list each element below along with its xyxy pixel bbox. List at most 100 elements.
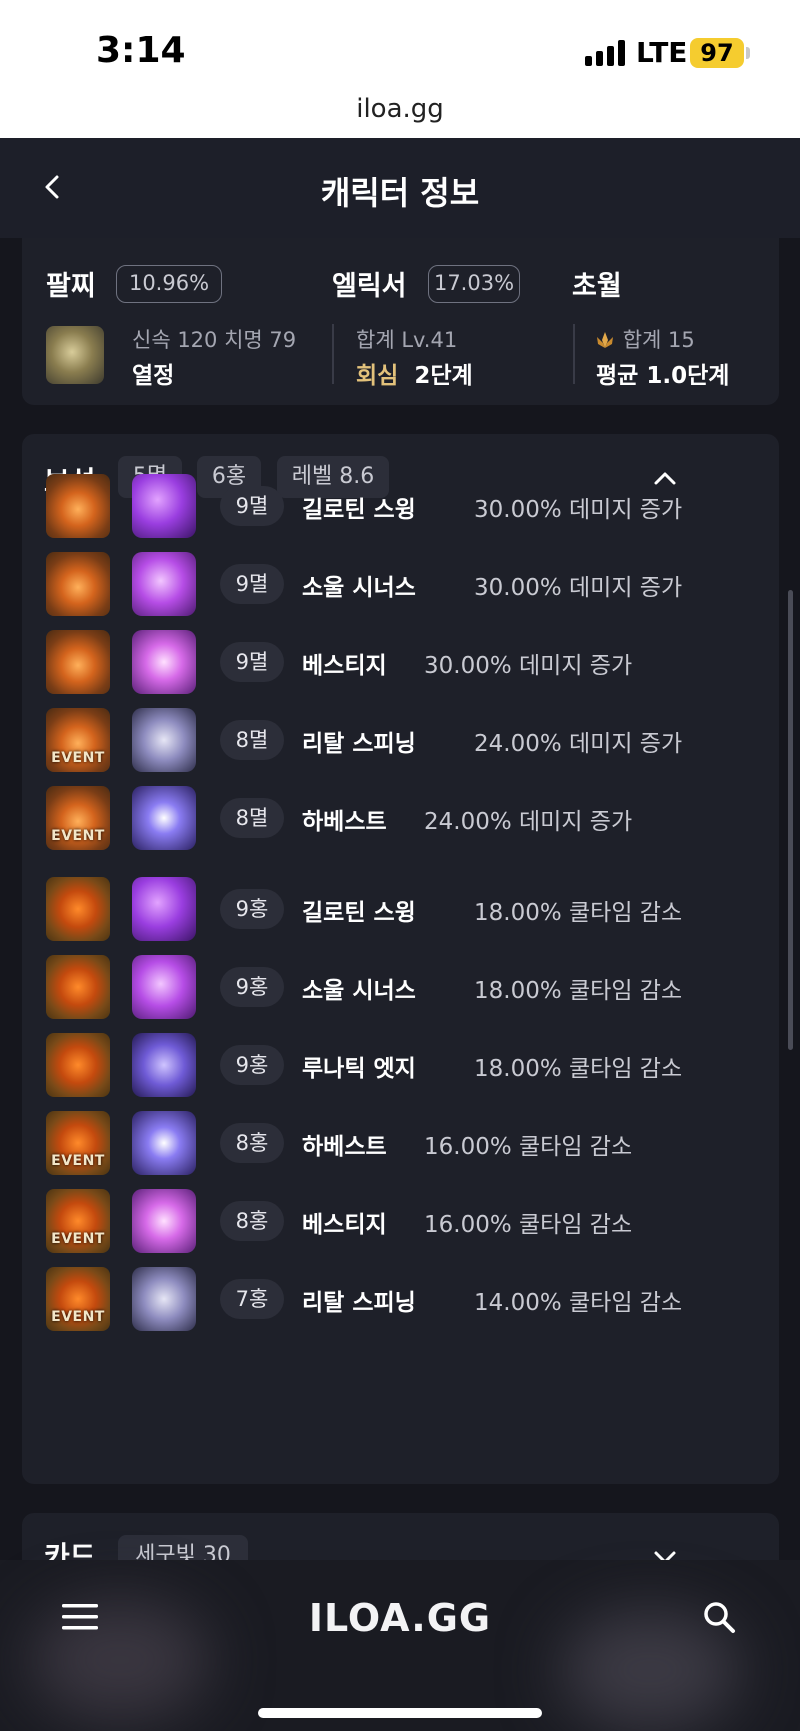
battery-icon: 97	[690, 38, 744, 68]
gem-level-badge: 9홍	[220, 889, 284, 929]
gem-row[interactable]: EVENT 8멸 하베스트 24.00% 데미지 증가	[22, 786, 779, 852]
gem-row[interactable]: 9멸 길로틴 스윙 30.00% 데미지 증가	[22, 474, 779, 540]
gem-row[interactable]: EVENT 7홍 리탈 스피닝 14.00% 쿨타임 감소	[22, 1267, 779, 1333]
search-icon[interactable]	[702, 1600, 736, 1634]
event-label: EVENT	[51, 828, 105, 844]
event-label: EVENT	[51, 750, 105, 766]
bracelet-icon[interactable]	[46, 326, 104, 384]
gems-card: 보석 5멸 6홍 레벨 8.6 9멸길로틴 스윙30.00% 데미지 증가9멸소…	[22, 434, 779, 1484]
event-label: EVENT	[51, 1231, 105, 1247]
gem-level-badge: 9멸	[220, 642, 284, 682]
gem-level-badge: 8멸	[220, 798, 284, 838]
skill-name: 리탈 스피닝	[302, 731, 416, 757]
status-bar: 3:14 LTE 97 iloa.gg	[0, 0, 800, 138]
hong-gem-icon[interactable]: EVENT	[46, 1267, 110, 1331]
hong-gem-icon[interactable]	[46, 955, 110, 1019]
skill-icon	[132, 1189, 196, 1253]
skill-name: 하베스트	[302, 1134, 387, 1160]
elixir-percent-badge: 17.03%	[428, 265, 520, 303]
gem-row[interactable]: 9홍 길로틴 스윙 18.00% 쿨타임 감소	[22, 877, 779, 943]
gem-effect: 24.00% 데미지 증가	[424, 809, 633, 835]
skill-name: 베스티지	[302, 653, 387, 679]
skill-icon	[132, 1033, 196, 1097]
gem-effect: 18.00% 쿨타임 감소	[474, 978, 683, 1004]
skill-name: 소울 시너스	[302, 575, 416, 601]
gem-row[interactable]: 9멸 소울 시너스 30.00% 데미지 증가	[22, 552, 779, 618]
transcend-icon	[597, 332, 613, 348]
battery-tip	[746, 47, 750, 59]
divider	[332, 324, 334, 384]
gem-row[interactable]: EVENT 8홍 베스티지 16.00% 쿨타임 감소	[22, 1189, 779, 1255]
event-label: EVENT	[51, 1309, 105, 1325]
transcend-average: 평균 1.0단계	[596, 363, 730, 389]
bracelet-percent-badge: 10.96%	[116, 265, 222, 303]
gem-level-badge: 9멸	[220, 564, 284, 604]
bottom-nav: ILOA.GG	[0, 1560, 800, 1731]
myul-gem-icon[interactable]: EVENT	[46, 786, 110, 850]
gem-level-badge: 9홍	[220, 967, 284, 1007]
skill-icon	[132, 1111, 196, 1175]
gem-row[interactable]: EVENT 8홍 하베스트 16.00% 쿨타임 감소	[22, 1111, 779, 1177]
hong-gem-icon[interactable]	[46, 877, 110, 941]
gem-level-badge: 9멸	[220, 486, 284, 526]
gem-effect: 18.00% 쿨타임 감소	[474, 900, 683, 926]
skill-name: 베스티지	[302, 1212, 387, 1238]
equipment-summary-card: 팔찌 10.96% 신속 120 치명 79 열정 엘릭서 17.03% 합계 …	[22, 238, 779, 405]
signal-icon	[585, 40, 625, 66]
skill-icon	[132, 786, 196, 850]
myul-gem-icon[interactable]	[46, 630, 110, 694]
gem-row[interactable]: 9홍 소울 시너스 18.00% 쿨타임 감소	[22, 955, 779, 1021]
app-header: 캐릭터 정보	[0, 138, 800, 238]
elixir-total: 합계 Lv.41	[356, 328, 458, 352]
skill-icon	[132, 552, 196, 616]
scrollbar[interactable]	[788, 590, 793, 1050]
elixir-effect: 회심 2단계	[356, 356, 473, 390]
transcend-label: 초월	[572, 271, 622, 302]
event-label: EVENT	[51, 1153, 105, 1169]
gem-effect: 18.00% 쿨타임 감소	[474, 1056, 683, 1082]
skill-icon	[132, 708, 196, 772]
gem-effect: 30.00% 데미지 증가	[474, 575, 683, 601]
gem-row[interactable]: 9멸 베스티지 30.00% 데미지 증가	[22, 630, 779, 696]
skill-name: 길로틴 스윙	[302, 497, 416, 523]
hong-gem-icon[interactable]	[46, 1033, 110, 1097]
elixir-effect-name: 회심	[356, 363, 399, 389]
home-indicator[interactable]	[258, 1708, 542, 1718]
gem-effect: 24.00% 데미지 증가	[474, 731, 683, 757]
hong-gem-icon[interactable]: EVENT	[46, 1189, 110, 1253]
transcend-total: 합계 15	[622, 328, 695, 352]
gem-row[interactable]: EVENT 8멸 리탈 스피닝 24.00% 데미지 증가	[22, 708, 779, 774]
bracelet-name: 열정	[132, 363, 175, 389]
gem-level-badge: 7홍	[220, 1279, 284, 1319]
skill-icon	[132, 877, 196, 941]
gem-effect: 16.00% 쿨타임 감소	[424, 1134, 633, 1160]
gem-effect: 16.00% 쿨타임 감소	[424, 1212, 633, 1238]
network-label: LTE	[636, 36, 688, 69]
elixir-label: 엘릭서	[332, 271, 407, 302]
skill-name: 소울 시너스	[302, 978, 416, 1004]
hong-gem-icon[interactable]: EVENT	[46, 1111, 110, 1175]
gem-level-badge: 8홍	[220, 1201, 284, 1241]
clock: 3:14	[96, 30, 186, 71]
myul-gem-icon[interactable]: EVENT	[46, 708, 110, 772]
bracelet-stats: 신속 120 치명 79	[132, 328, 297, 352]
site-logo[interactable]: ILOA.GG	[0, 1596, 800, 1640]
skill-name: 리탈 스피닝	[302, 1290, 416, 1316]
url-bar[interactable]: iloa.gg	[0, 94, 800, 124]
myul-gem-icon[interactable]	[46, 552, 110, 616]
skill-icon	[132, 955, 196, 1019]
divider	[573, 324, 575, 384]
page-title: 캐릭터 정보	[320, 174, 480, 212]
gem-row[interactable]: 9홍 루나틱 엣지 18.00% 쿨타임 감소	[22, 1033, 779, 1099]
skill-icon	[132, 474, 196, 538]
skill-icon	[132, 1267, 196, 1331]
gem-level-badge: 8홍	[220, 1123, 284, 1163]
skill-name: 길로틴 스윙	[302, 900, 416, 926]
gem-effect: 14.00% 쿨타임 감소	[474, 1290, 683, 1316]
bracelet-label: 팔찌	[46, 271, 96, 302]
skill-icon	[132, 630, 196, 694]
gem-effect: 30.00% 데미지 증가	[424, 653, 633, 679]
skill-name: 루나틱 엣지	[302, 1056, 416, 1082]
myul-gem-icon[interactable]	[46, 474, 110, 538]
gem-effect: 30.00% 데미지 증가	[474, 497, 683, 523]
